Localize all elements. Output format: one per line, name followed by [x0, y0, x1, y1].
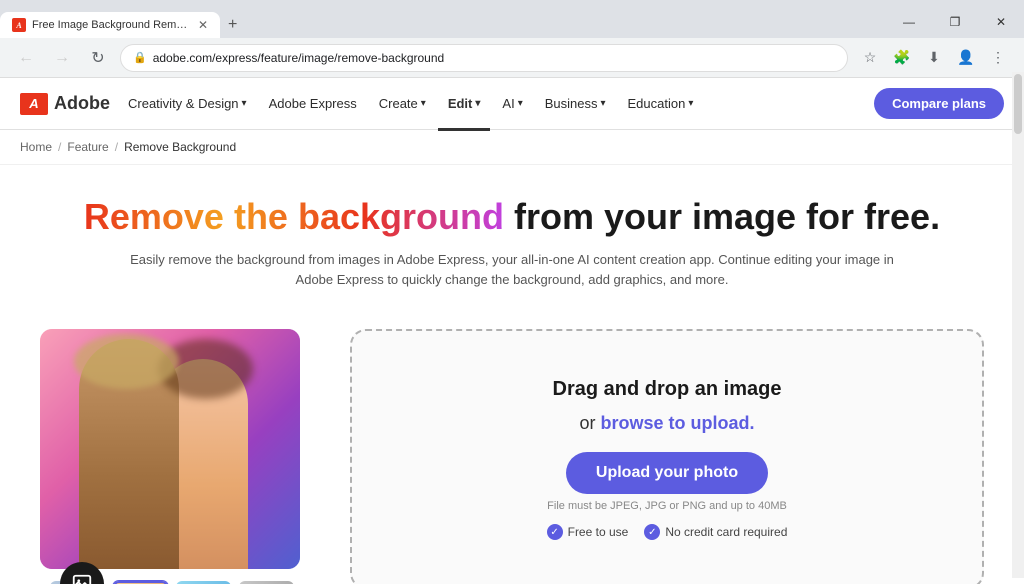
chevron-down-icon: ▾ [518, 98, 523, 109]
adobe-red-icon: A [20, 93, 48, 115]
adobe-logo: A Adobe [20, 93, 110, 115]
nav-item-business[interactable]: Business ▾ [535, 90, 616, 117]
extensions-button[interactable]: 🧩 [888, 44, 916, 72]
upload-file-note: File must be JPEG, JPG or PNG and up to … [547, 500, 787, 512]
browse-link[interactable]: browse to upload. [601, 413, 755, 433]
download-button[interactable]: ⬇ [920, 44, 948, 72]
bookmark-button[interactable]: ☆ [856, 44, 884, 72]
tab-favicon: A [12, 18, 26, 32]
browser-tab[interactable]: A Free Image Background Remo... ✕ [0, 12, 220, 38]
nav-item-create[interactable]: Create ▾ [369, 90, 436, 117]
tab-title: Free Image Background Remo... [32, 19, 188, 31]
nav-item-express[interactable]: Adobe Express [259, 90, 367, 117]
main-image [40, 329, 300, 569]
badge-cc-text: No credit card required [665, 525, 787, 539]
hair-detail-2 [74, 334, 179, 389]
maximize-button[interactable]: ❐ [932, 6, 978, 38]
hero-section: Remove the background from your image fo… [0, 165, 1024, 309]
chevron-down-icon: ▾ [242, 98, 247, 109]
free-to-use-badge: ✓ Free to use [547, 524, 629, 540]
badge-free-text: Free to use [568, 525, 629, 539]
or-text: or [579, 413, 600, 433]
refresh-button[interactable]: ↻ [84, 44, 112, 72]
svg-text:A: A [15, 21, 22, 30]
breadcrumb-current: Remove Background [124, 140, 236, 154]
tab-close-button[interactable]: ✕ [198, 18, 208, 32]
nav-item-edit[interactable]: Edit ▾ [438, 90, 491, 117]
profile-button[interactable]: 👤 [952, 44, 980, 72]
breadcrumb-feature[interactable]: Feature [67, 140, 108, 154]
hero-gradient-text: Remove the background [84, 196, 504, 237]
no-cc-badge: ✓ No credit card required [644, 524, 787, 540]
active-indicator [438, 128, 491, 130]
breadcrumb-home[interactable]: Home [20, 140, 52, 154]
checkmark-icon: ✓ [644, 524, 660, 540]
new-tab-button[interactable]: + [220, 12, 245, 38]
url-text: adobe.com/express/feature/image/remove-b… [153, 51, 445, 65]
back-button[interactable]: ← [12, 44, 40, 72]
breadcrumb: Home / Feature / Remove Background [0, 130, 1024, 165]
nav-items: Creativity & Design ▾ Adobe Express Crea… [118, 90, 874, 117]
nav-item-ai[interactable]: AI ▾ [492, 90, 532, 117]
upload-or-browse: or browse to upload. [579, 413, 754, 434]
page-content: A Adobe Creativity & Design ▾ Adobe Expr… [0, 78, 1024, 584]
forward-button[interactable]: → [48, 44, 76, 72]
drag-title: Drag and drop an image [553, 378, 782, 401]
main-content: Drag and drop an image or browse to uplo… [0, 309, 1024, 584]
nav-item-education[interactable]: Education ▾ [618, 90, 704, 117]
address-bar[interactable]: 🔒 adobe.com/express/feature/image/remove… [120, 44, 848, 72]
upload-badges: ✓ Free to use ✓ No credit card required [547, 524, 788, 540]
window-controls: — ❐ ✕ [886, 6, 1024, 38]
close-button[interactable]: ✕ [978, 6, 1024, 38]
breadcrumb-sep: / [58, 140, 61, 154]
upload-dropzone[interactable]: Drag and drop an image or browse to uplo… [350, 329, 984, 584]
chevron-down-icon: ▾ [600, 98, 605, 109]
chevron-down-icon: ▾ [421, 98, 426, 109]
secure-icon: 🔒 [133, 51, 147, 64]
hero-subtitle: Easily remove the background from images… [122, 250, 902, 289]
upload-button[interactable]: Upload your photo [566, 452, 768, 494]
upload-area: Drag and drop an image or browse to uplo… [350, 329, 984, 584]
adobe-nav: A Adobe Creativity & Design ▾ Adobe Expr… [0, 78, 1024, 130]
breadcrumb-sep: / [115, 140, 118, 154]
adobe-wordmark: Adobe [54, 93, 110, 114]
scrollbar[interactable] [1012, 72, 1024, 578]
page-title: Remove the background from your image fo… [20, 195, 1004, 238]
nav-item-creativity[interactable]: Creativity & Design ▾ [118, 90, 257, 117]
chevron-down-icon: ▾ [688, 98, 693, 109]
minimize-button[interactable]: — [886, 6, 932, 38]
image-showcase [40, 329, 320, 584]
upload-drag-text: Drag and drop an image [553, 378, 782, 400]
scrollbar-thumb [1014, 74, 1022, 134]
compare-plans-button[interactable]: Compare plans [874, 88, 1004, 119]
chevron-down-icon: ▾ [475, 98, 480, 109]
menu-button[interactable]: ⋮ [984, 44, 1012, 72]
checkmark-icon: ✓ [547, 524, 563, 540]
